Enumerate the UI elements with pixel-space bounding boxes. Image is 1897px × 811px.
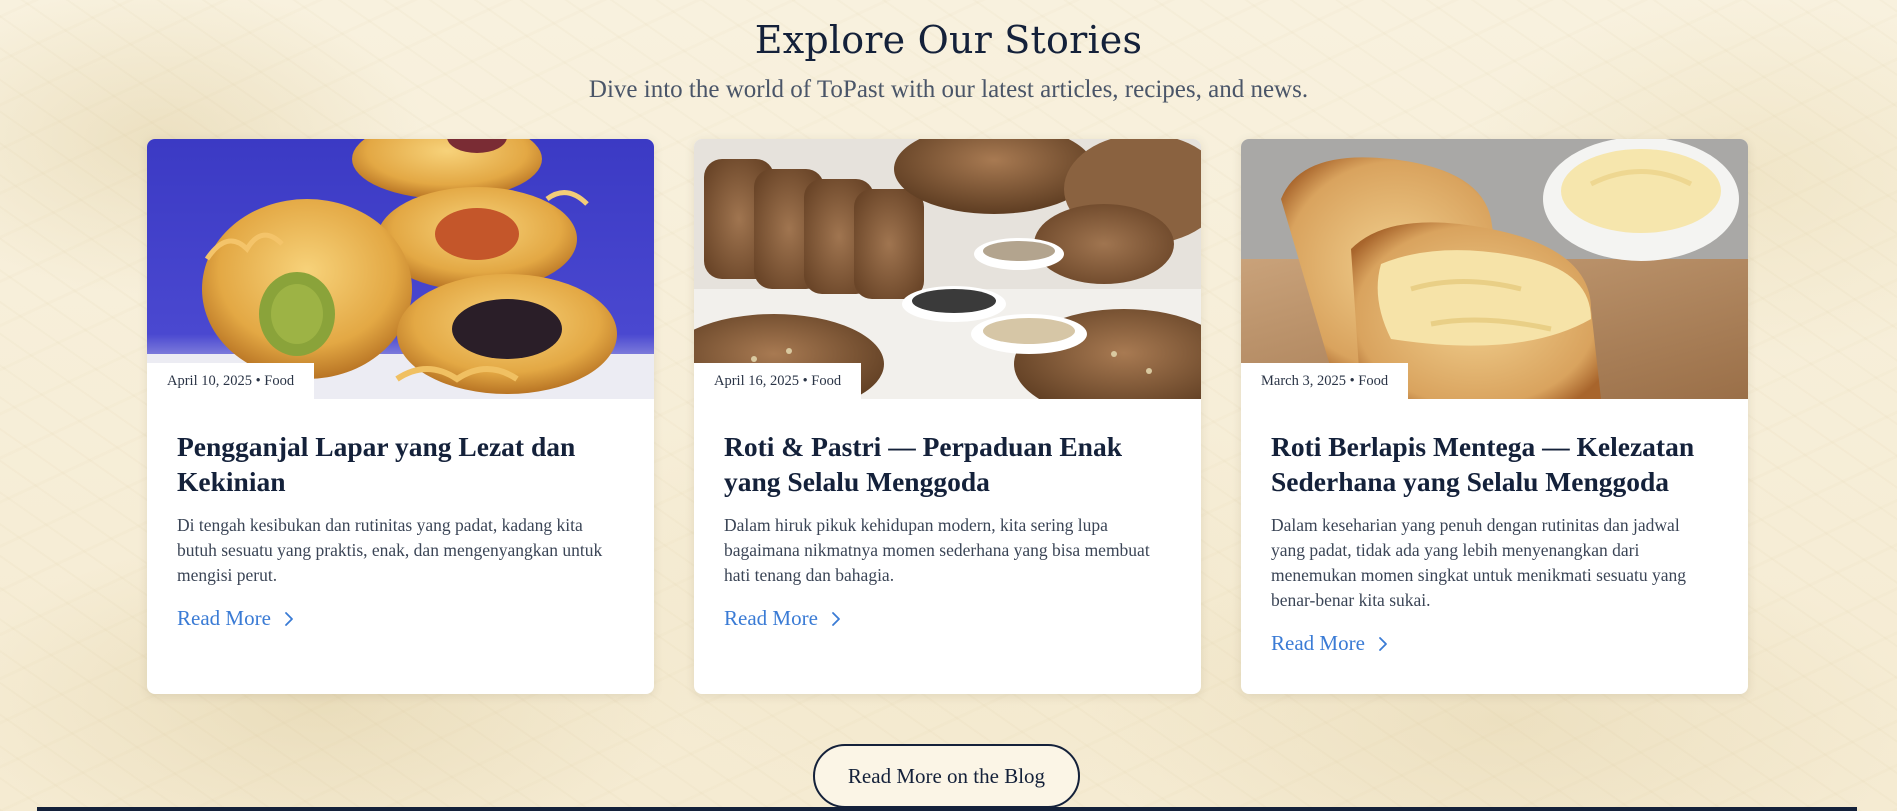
read-more-label: Read More — [177, 606, 271, 630]
card-body: Roti Berlapis Mentega — Kelezatan Sederh… — [1241, 399, 1748, 656]
post-meta: April 10, 2025 • Food — [147, 363, 315, 399]
story-card: March 3, 2025 • Food Roti Berlapis Mente… — [1241, 139, 1748, 694]
card-body: Pengganjal Lapar yang Lezat dan Kekinian… — [147, 399, 654, 631]
post-title[interactable]: Pengganjal Lapar yang Lezat dan Kekinian — [177, 429, 624, 499]
post-excerpt: Dalam keseharian yang penuh dengan rutin… — [1271, 515, 1687, 610]
story-image-breads[interactable]: April 16, 2025 • Food — [694, 139, 1201, 399]
read-more-link[interactable]: Read More — [177, 606, 297, 631]
story-image-butter-toast[interactable]: March 3, 2025 • Food — [1241, 139, 1748, 399]
read-more-link[interactable]: Read More — [724, 606, 844, 631]
card-body: Roti & Pastri — Perpaduan Enak yang Sela… — [694, 399, 1201, 631]
post-excerpt: Dalam hiruk pikuk kehidupan modern, kita… — [724, 515, 1150, 585]
post-title[interactable]: Roti & Pastri — Perpaduan Enak yang Sela… — [724, 429, 1171, 499]
stories-section: Explore Our Stories Dive into the world … — [0, 0, 1897, 811]
post-meta: March 3, 2025 • Food — [1241, 363, 1409, 399]
read-more-label: Read More — [724, 606, 818, 630]
post-title[interactable]: Roti Berlapis Mentega — Kelezatan Sederh… — [1271, 429, 1718, 499]
read-more-link[interactable]: Read More — [1271, 631, 1391, 656]
butter-toast-photo — [1241, 139, 1748, 399]
story-card: April 10, 2025 • Food Pengganjal Lapar y… — [147, 139, 654, 694]
story-card: April 16, 2025 • Food Roti & Pastri — Pe… — [694, 139, 1201, 694]
section-subtitle: Dive into the world of ToPast with our l… — [588, 76, 1309, 103]
breads-photo — [694, 139, 1201, 399]
pastries-photo — [147, 139, 654, 399]
post-excerpt: Di tengah kesibukan dan rutinitas yang p… — [177, 515, 603, 585]
read-more-blog-button[interactable]: Read More on the Blog — [813, 744, 1080, 808]
chevron-right-icon — [1378, 636, 1387, 651]
chevron-right-icon — [284, 611, 293, 626]
chevron-right-icon — [831, 611, 840, 626]
section-title: Explore Our Stories — [754, 18, 1143, 62]
story-image-pastries[interactable]: April 10, 2025 • Food — [147, 139, 654, 399]
post-meta: April 16, 2025 • Food — [694, 363, 862, 399]
story-cards: April 10, 2025 • Food Pengganjal Lapar y… — [147, 139, 1748, 694]
read-more-label: Read More — [1271, 631, 1365, 655]
